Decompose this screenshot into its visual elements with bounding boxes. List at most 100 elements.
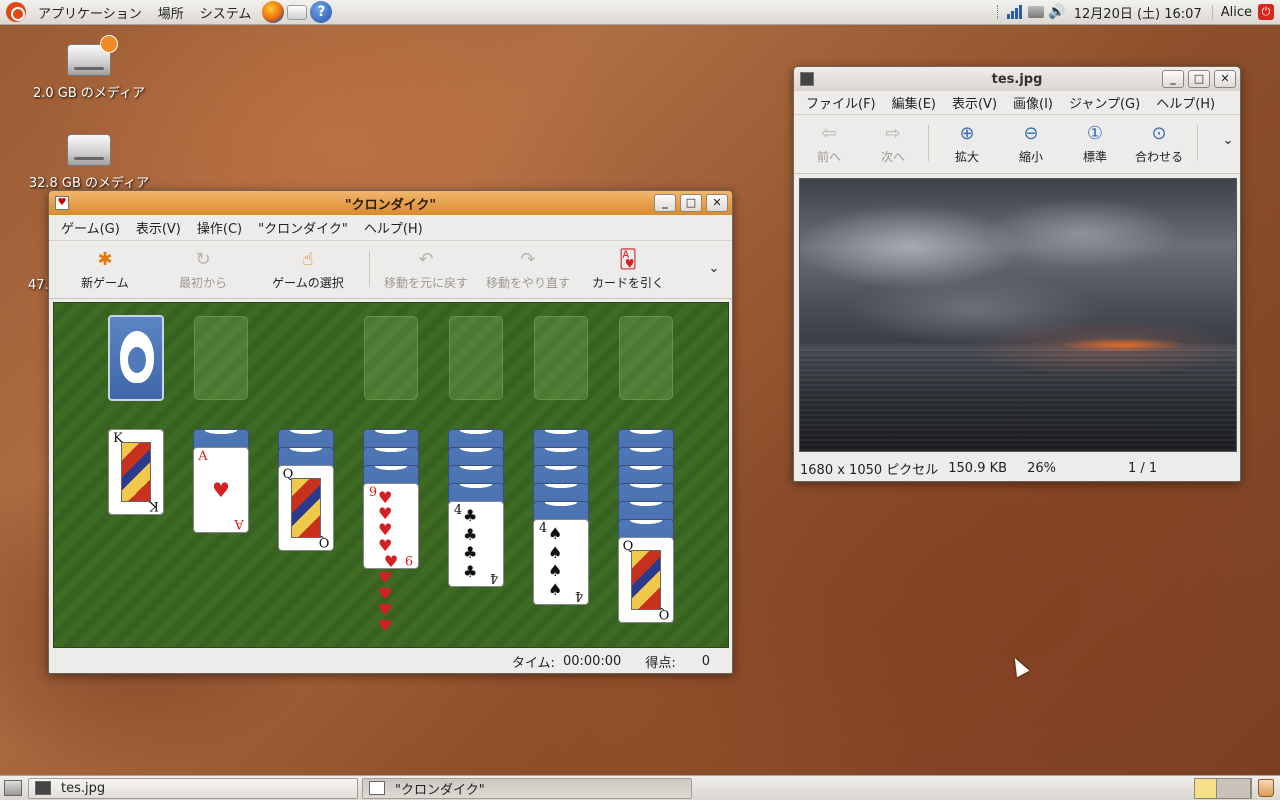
solitaire-menu-help[interactable]: ヘルプ(H)	[356, 218, 431, 237]
bottom-panel: tes.jpg "クロンダイク"	[0, 775, 1280, 800]
new-document-icon: ✱	[97, 248, 113, 270]
close-button[interactable]: ✕	[1214, 70, 1236, 88]
firefox-launcher-icon[interactable]	[262, 1, 285, 23]
taskbar-item-viewer[interactable]: tes.jpg	[28, 777, 358, 799]
displayed-photo[interactable]	[799, 178, 1237, 452]
ubuntu-logo-icon[interactable]	[6, 2, 26, 22]
toolbar-overflow-chevron-icon[interactable]: ⌄	[702, 241, 726, 276]
minimize-button[interactable]: _	[654, 194, 676, 212]
card-top[interactable]: 9 ♥ ♥ ♥ ♥ ♥ ♥ ♥ ♥ ♥ 9	[363, 483, 419, 634]
viewer-menu-file[interactable]: ファイル(F)	[798, 93, 884, 112]
solitaire-menu-klondike[interactable]: "クロンダイク"	[250, 218, 356, 237]
maximize-button[interactable]: □	[1188, 70, 1210, 88]
workspace-1[interactable]	[1195, 778, 1217, 798]
menu-places[interactable]: 場所	[150, 3, 192, 22]
card-top[interactable]: K K	[108, 429, 164, 515]
printer-icon[interactable]	[1028, 6, 1045, 18]
viewer-menu-view[interactable]: 表示(V)	[944, 93, 1005, 112]
power-icon[interactable]: ⏻	[1258, 4, 1274, 20]
viewer-menu-edit[interactable]: 編集(E)	[884, 93, 944, 112]
prev-label: 前へ	[816, 150, 841, 164]
zoom-fit-icon: ⊙	[1151, 122, 1167, 144]
desktop-icon-media-2gb[interactable]: 2.0 GB のメディア	[28, 35, 150, 101]
solitaire-menu-view[interactable]: 表示(V)	[128, 218, 189, 237]
restart-button[interactable]: ↻ 最初から	[153, 241, 253, 291]
zoom-fit-button[interactable]: ⊙ 合わせる	[1127, 115, 1191, 165]
menu-applications[interactable]: アプリケーション	[30, 3, 150, 22]
foundation-slot[interactable]	[364, 316, 418, 400]
club-pips-icon: ♣ ♣ ♣ ♣	[463, 506, 478, 581]
toolbar-separator	[928, 125, 929, 161]
undo-button[interactable]: ↶ 移動を元に戻す	[376, 241, 476, 291]
workspace-switcher[interactable]	[1194, 777, 1252, 799]
game-board[interactable]: K K A ♥ A Q Q 9 ♥ ♥ ♥ ♥ ♥ ♥ ♥ ♥ ♥ 9 4 ♣ …	[53, 302, 729, 648]
card-rank: Q	[318, 534, 330, 549]
foundation-slot[interactable]	[449, 316, 503, 400]
deal-label: カードを引く	[591, 276, 664, 290]
menu-system[interactable]: システム	[192, 3, 260, 22]
zoom-normal-button[interactable]: ① 標準	[1063, 115, 1127, 165]
next-button[interactable]: ⇨ 次へ	[864, 115, 922, 165]
top-panel: アプリケーション 場所 システム ? 🔊 12月20日 (土) 16:07 Al…	[0, 0, 1280, 25]
viewer-menu-help[interactable]: ヘルプ(H)	[1148, 93, 1223, 112]
trash-icon[interactable]	[1258, 779, 1274, 797]
help-launcher-icon[interactable]: ?	[310, 1, 333, 23]
card-rank: 4	[574, 588, 584, 603]
restart-label: 最初から	[178, 276, 227, 290]
deal-button[interactable]: 🂱 カードを引く	[580, 241, 676, 291]
show-desktop-icon[interactable]	[4, 780, 22, 796]
tray-handle[interactable]	[997, 5, 999, 19]
card-top[interactable]: A ♥ A	[193, 447, 249, 533]
desktop-icon-media-32gb[interactable]: 32.8 GB のメディア	[26, 134, 152, 191]
close-button[interactable]: ✕	[706, 194, 728, 212]
volume-icon[interactable]: 🔊	[1048, 4, 1065, 20]
foundation-slot[interactable]	[619, 316, 673, 400]
card-rank: K	[149, 498, 159, 513]
viewer-menu-go[interactable]: ジャンプ(G)	[1061, 93, 1148, 112]
zoom-in-icon: ⊕	[959, 122, 975, 144]
card-top[interactable]: Q Q	[278, 465, 334, 551]
solitaire-window: ♥ "クロンダイク" _ □ ✕ ゲーム(G) 表示(V) 操作(C) "クロン…	[48, 190, 733, 674]
stock-pile[interactable]	[108, 315, 164, 401]
select-game-button[interactable]: ☝ ゲームの選択	[253, 241, 363, 291]
toolbar-overflow-chevron-icon[interactable]: ⌄	[1216, 115, 1240, 148]
foundation-slot[interactable]	[534, 316, 588, 400]
solitaire-menu-control[interactable]: 操作(C)	[189, 218, 250, 237]
zoom-out-label: 縮小	[1018, 150, 1043, 164]
card-rank: 4	[489, 570, 499, 585]
image-file-size: 150.9 KB	[948, 460, 1008, 476]
refresh-icon: ↻	[195, 248, 211, 270]
redo-button[interactable]: ↷ 移動をやり直す	[476, 241, 580, 291]
solitaire-menu-game[interactable]: ゲーム(G)	[53, 218, 128, 237]
workspace-2[interactable]	[1217, 778, 1251, 798]
desktop-icon-label: 32.8 GB のメディア	[28, 176, 150, 191]
solitaire-app-icon[interactable]: ♥	[55, 196, 69, 210]
maximize-button[interactable]: □	[680, 194, 702, 212]
king-face-icon	[121, 442, 151, 502]
taskbar-item-solitaire[interactable]: "クロンダイク"	[362, 777, 692, 799]
new-game-label: 新ゲーム	[81, 276, 129, 290]
desktop-icon-partial[interactable]: 47.	[28, 278, 49, 293]
network-signal-icon[interactable]	[1007, 5, 1023, 19]
zoom-in-button[interactable]: ⊕ 拡大	[935, 115, 999, 165]
viewer-titlebar[interactable]: tes.jpg _ □ ✕	[794, 67, 1240, 91]
solitaire-titlebar[interactable]: ♥ "クロンダイク" _ □ ✕	[49, 191, 732, 215]
user-switcher[interactable]: Alice	[1211, 4, 1258, 20]
prev-button[interactable]: ⇦ 前へ	[794, 115, 864, 165]
card-top[interactable]: 4 ♠ ♠ ♠ ♠ 4	[533, 519, 589, 605]
solitaire-title: "クロンダイク"	[344, 197, 437, 213]
mouse-cursor-icon	[1008, 654, 1030, 678]
zoom-in-label: 拡大	[954, 150, 979, 164]
new-game-button[interactable]: ✱ 新ゲーム	[57, 241, 153, 291]
viewer-menu-image[interactable]: 画像(I)	[1005, 93, 1061, 112]
image-dimensions: 1680 x 1050 ピクセル	[800, 462, 939, 478]
minimize-button[interactable]: _	[1162, 70, 1184, 88]
waste-slot[interactable]	[194, 316, 248, 400]
zoom-out-button[interactable]: ⊖ 縮小	[999, 115, 1063, 165]
taskbar-item-label: "クロンダイク"	[395, 782, 485, 798]
card-top[interactable]: Q Q	[618, 537, 674, 623]
image-viewer-app-icon[interactable]	[800, 72, 814, 86]
mail-launcher-icon[interactable]	[287, 4, 308, 20]
card-top[interactable]: 4 ♣ ♣ ♣ ♣ 4	[448, 501, 504, 587]
clock[interactable]: 12月20日 (土) 16:07	[1072, 3, 1212, 22]
